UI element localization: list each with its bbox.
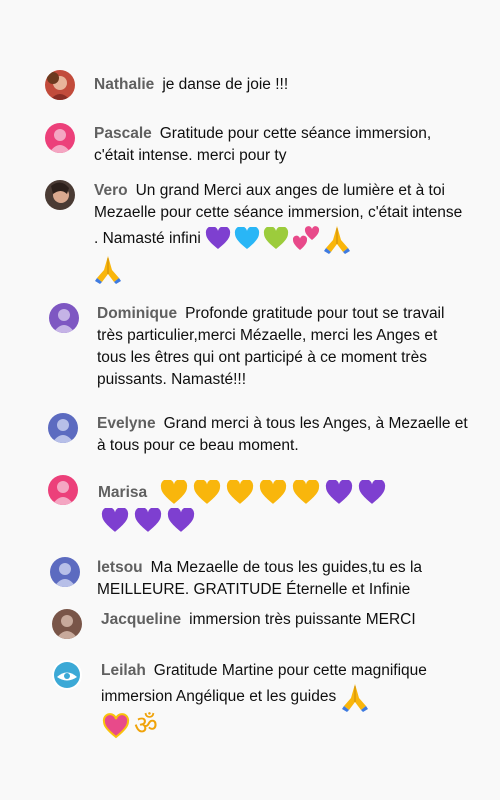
avatar[interactable] [49, 303, 79, 333]
comment-text: Jacqueline immersion très puissante MERCI [101, 609, 473, 631]
green-heart-icon [263, 226, 289, 251]
comment-author[interactable]: letsou [97, 559, 143, 576]
comment-author[interactable]: Pascale [94, 125, 152, 142]
yellow-heart-icon [258, 478, 288, 506]
comment-message: Ma Mezaelle de tous les guides,tu es la … [97, 559, 423, 598]
om-symbol-icon: ॐ [134, 711, 158, 741]
folded-hands-icon [94, 254, 122, 284]
yellow-heart-icon [291, 478, 321, 506]
purple-heart-icon [166, 506, 196, 534]
comment-text: Evelyne Grand merci à tous les Anges, à M… [97, 413, 469, 457]
emoji-row [159, 478, 390, 504]
comment-author[interactable]: Marisa [98, 484, 147, 501]
avatar[interactable] [45, 180, 75, 210]
purple-heart-icon [357, 478, 387, 506]
comment-message: Gratitude Martine pour cette magnifique … [101, 662, 427, 706]
avatar[interactable] [52, 609, 82, 639]
avatar[interactable] [45, 70, 75, 100]
comment-text: Nathalie je danse de joie !!! [94, 74, 466, 96]
yellow-heart-icon [159, 478, 189, 506]
folded-hands-icon [341, 682, 369, 712]
comment-text: Leilah Gratitude Martine pour cette magni… [101, 660, 466, 740]
comment-message: immersion très puissante MERCI [189, 611, 416, 628]
avatar[interactable] [48, 475, 78, 505]
avatar[interactable] [45, 123, 75, 153]
emoji-row [100, 506, 199, 536]
comment-author[interactable]: Nathalie [94, 76, 154, 93]
two-hearts-icon [292, 226, 320, 252]
comment-text: Marisa [98, 478, 398, 508]
comment-text: letsou Ma Mezaelle de tous les guides,tu … [97, 557, 442, 601]
comment-author[interactable]: Jacqueline [101, 611, 181, 628]
blue-heart-icon [234, 226, 260, 251]
comment-author[interactable]: Leilah [101, 662, 146, 679]
comment-author[interactable]: Dominique [97, 305, 177, 322]
purple-heart-icon [205, 226, 231, 251]
avatar[interactable] [50, 557, 80, 587]
avatar[interactable] [48, 413, 78, 443]
purple-heart-icon [133, 506, 163, 534]
comment-author[interactable]: Vero [94, 182, 128, 199]
comment-author[interactable]: Evelyne [97, 415, 156, 432]
comment-message: je danse de joie !!! [162, 76, 289, 93]
yellow-heart-icon [225, 478, 255, 506]
sparkling-heart-icon [101, 712, 131, 740]
yellow-heart-icon [192, 478, 222, 506]
comment-text: Dominique Profonde gratitude pour tout se… [97, 303, 469, 391]
purple-heart-icon [324, 478, 354, 506]
folded-hands-icon [323, 224, 351, 254]
avatar[interactable] [52, 660, 82, 690]
comment-text: Vero Un grand Merci aux anges de lumière … [94, 180, 466, 284]
purple-heart-icon [100, 506, 130, 534]
comment-text: Pascale Gratitude pour cette séance immer… [94, 123, 466, 167]
